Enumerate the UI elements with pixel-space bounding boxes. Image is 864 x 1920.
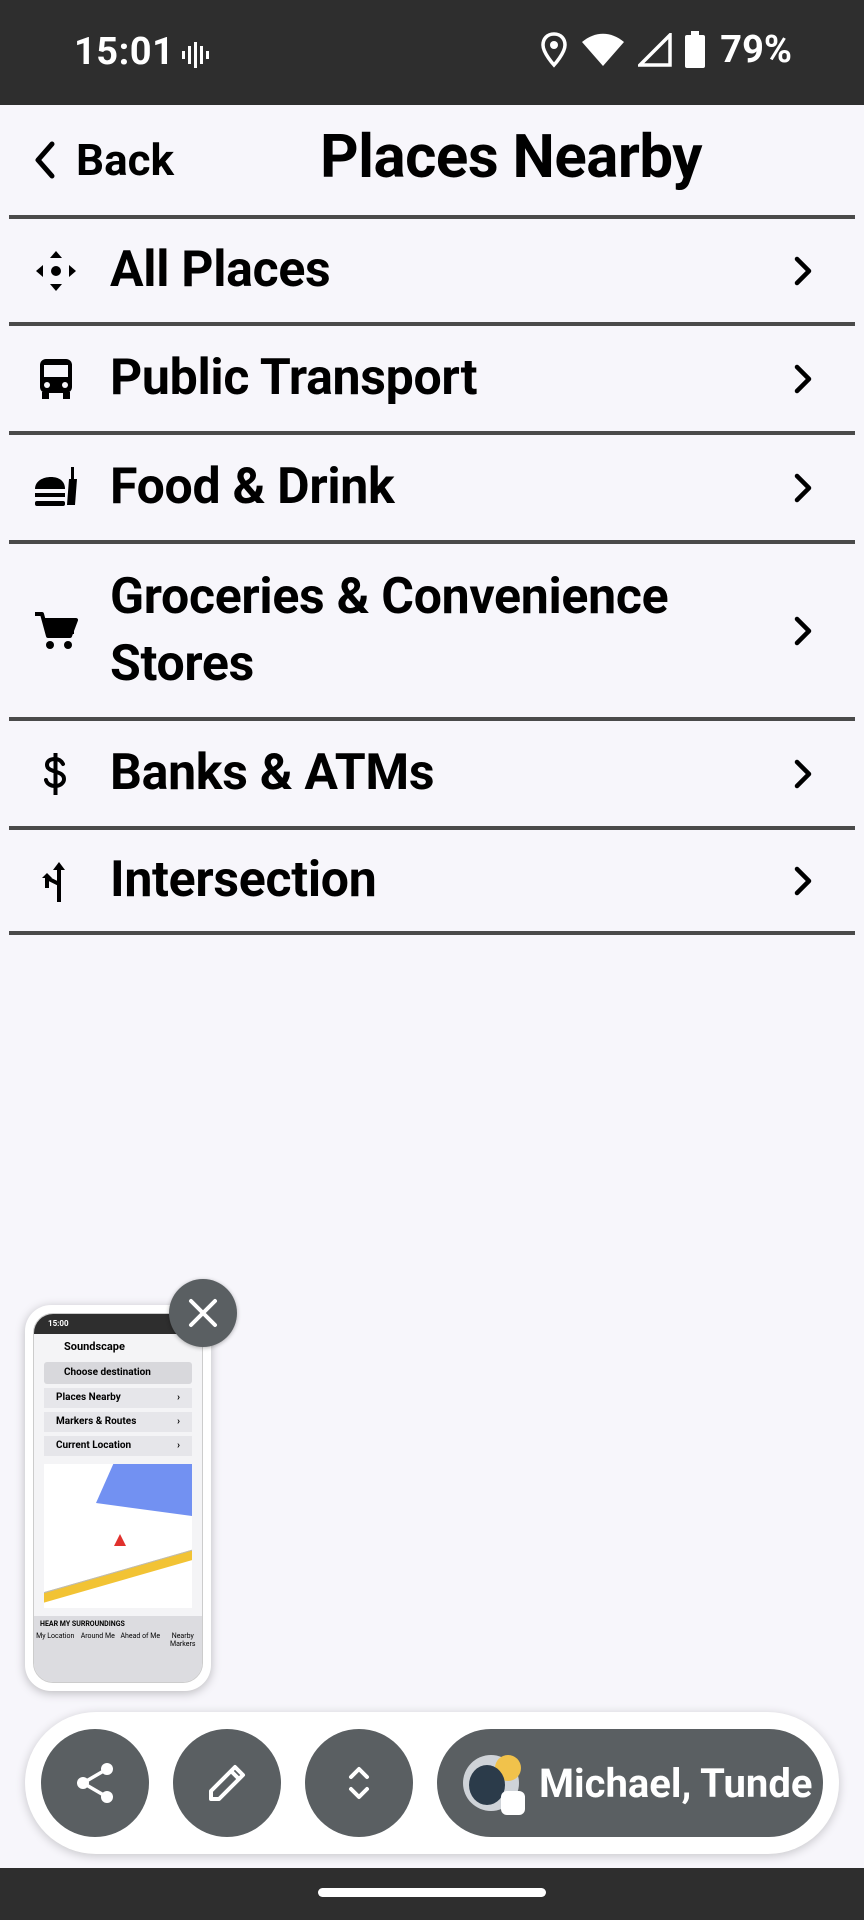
location-icon bbox=[541, 32, 568, 68]
share-button[interactable] bbox=[41, 1729, 149, 1837]
preview-tabs: My Location Around Me Ahead of Me Nearby… bbox=[34, 1628, 202, 1648]
list-item-label: All Places bbox=[110, 241, 331, 299]
battery-percent: 79% bbox=[720, 28, 792, 72]
list-item-label: Public Transport bbox=[110, 349, 478, 407]
avatar-primary bbox=[469, 1765, 505, 1805]
list-item-food-drink[interactable]: Food & Drink bbox=[9, 431, 855, 540]
list-item-label: Banks & ATMs bbox=[110, 744, 435, 802]
bus-icon bbox=[33, 356, 79, 402]
send-to-contact-button[interactable]: Michael, Tunde bbox=[437, 1729, 823, 1837]
chevron-right-icon bbox=[789, 359, 817, 399]
list-item-all-places[interactable]: All Places bbox=[9, 215, 855, 322]
preview-map-marker bbox=[114, 1534, 126, 1546]
list-item-groceries[interactable]: Groceries & Convenience Stores bbox=[9, 540, 855, 717]
battery-icon bbox=[685, 31, 706, 68]
home-handle[interactable] bbox=[318, 1888, 546, 1897]
cell-signal-icon bbox=[638, 33, 673, 67]
close-icon bbox=[189, 1299, 217, 1327]
preview-list-item: Places Nearby bbox=[44, 1388, 192, 1408]
expand-button[interactable] bbox=[305, 1729, 413, 1837]
food-icon bbox=[33, 465, 79, 511]
chevron-right-icon bbox=[789, 861, 817, 901]
preview-search: Choose destination bbox=[44, 1362, 192, 1384]
chevron-left-icon bbox=[35, 141, 55, 179]
preview-tab: Around Me bbox=[80, 1632, 115, 1640]
preview-map-road bbox=[44, 1542, 192, 1604]
list-item-label: Food & Drink bbox=[110, 458, 395, 516]
status-icons: 79% bbox=[540, 28, 792, 72]
list-item-banks-atms[interactable]: Banks & ATMs bbox=[9, 717, 855, 826]
dollar-icon bbox=[33, 751, 79, 797]
status-time: 15:01 bbox=[74, 30, 175, 74]
share-icon bbox=[77, 1763, 113, 1803]
avatar bbox=[463, 1755, 525, 1815]
page-title: Places Nearby bbox=[320, 121, 703, 192]
list-item-label: Groceries & Convenience Stores bbox=[110, 567, 669, 693]
chevron-right-icon bbox=[789, 611, 817, 651]
chevron-right-icon bbox=[789, 468, 817, 508]
screenshot-preview[interactable]: 15:00 Soundscape Choose destination Plac… bbox=[25, 1305, 211, 1691]
preview-list-item: Current Location bbox=[44, 1436, 192, 1456]
preview-map bbox=[44, 1464, 192, 1608]
preview-map-water bbox=[96, 1464, 192, 1516]
slack-icon bbox=[501, 1791, 525, 1815]
contact-names: Michael, Tunde bbox=[539, 1759, 813, 1807]
preview-tab: Nearby Markers bbox=[170, 1632, 196, 1648]
chevron-right-icon bbox=[789, 251, 817, 291]
preview-bottom-title: HEAR MY SURROUNDINGS bbox=[40, 1620, 125, 1628]
screenshot-preview-content: 15:00 Soundscape Choose destination Plac… bbox=[33, 1313, 203, 1683]
preview-tab: My Location bbox=[36, 1632, 75, 1640]
preview-tab: Ahead of Me bbox=[120, 1632, 161, 1640]
list-item-label: Intersection bbox=[110, 851, 377, 909]
pencil-icon bbox=[209, 1765, 245, 1801]
turn-icon bbox=[33, 858, 79, 904]
expand-icon bbox=[349, 1767, 369, 1799]
wifi-icon bbox=[582, 33, 625, 66]
list-item-public-transport[interactable]: Public Transport bbox=[9, 322, 855, 431]
edit-button[interactable] bbox=[173, 1729, 281, 1837]
sound-wave-icon bbox=[182, 42, 209, 68]
back-button[interactable]: Back bbox=[20, 127, 182, 193]
chevron-right-icon bbox=[789, 754, 817, 794]
screenshot-toolbar: Michael, Tunde bbox=[25, 1712, 839, 1854]
preview-bottom-panel: HEAR MY SURROUNDINGS My Location Around … bbox=[34, 1616, 202, 1682]
preview-list-item: Markers & Routes bbox=[44, 1412, 192, 1432]
preview-close-button[interactable] bbox=[169, 1279, 237, 1347]
status-bar: 15:01 79% bbox=[0, 0, 864, 105]
back-label: Back bbox=[76, 134, 175, 186]
cart-icon bbox=[33, 608, 79, 654]
list-item-intersection[interactable]: Intersection bbox=[9, 826, 855, 935]
header: Back Places Nearby bbox=[0, 105, 864, 215]
preview-app-title: Soundscape bbox=[64, 1340, 125, 1353]
navigation-bar bbox=[0, 1868, 864, 1920]
all-places-icon bbox=[33, 248, 79, 294]
places-category-list: All Places Public Transport Food & Drink… bbox=[9, 215, 855, 935]
